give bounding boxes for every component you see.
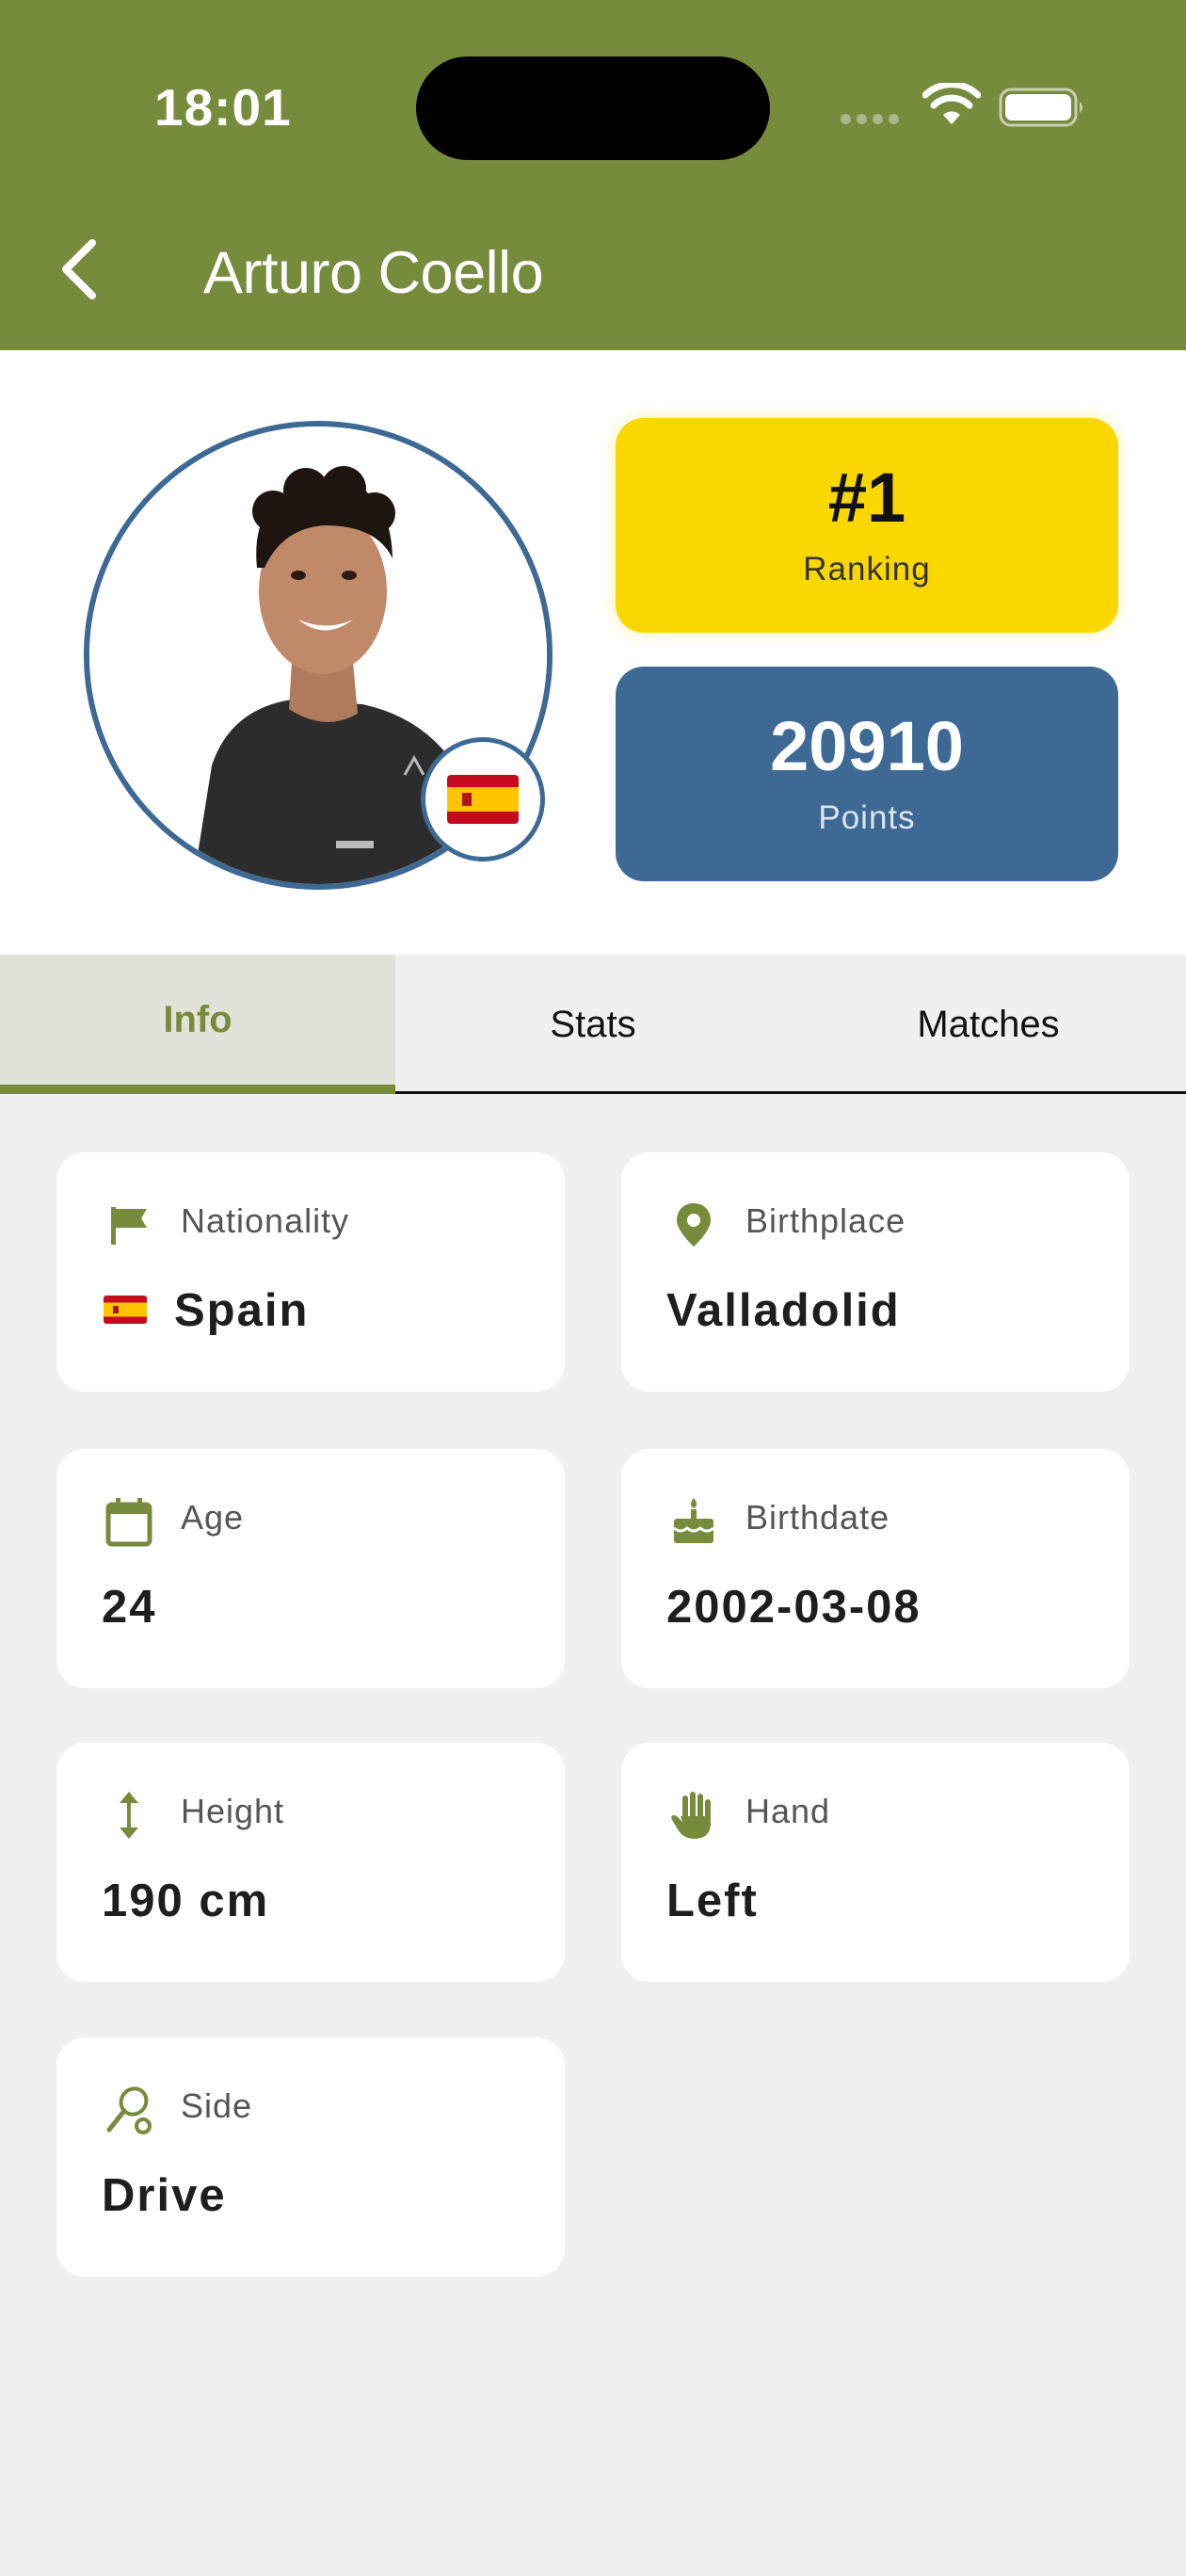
- racket-icon: [106, 2086, 152, 2134]
- height-value: 190 cm: [102, 1876, 270, 1926]
- birthplace-card: Birthplace Valladolid: [621, 1152, 1130, 1392]
- ranking-value: #1: [827, 459, 906, 537]
- ranking-label: Ranking: [803, 551, 931, 588]
- tab-bar: Info Stats Matches: [0, 955, 1186, 1094]
- side-value: Drive: [102, 2170, 227, 2221]
- birthplace-value: Valladolid: [666, 1285, 901, 1336]
- hand-icon: [671, 1792, 711, 1839]
- hand-value: Left: [666, 1876, 759, 1926]
- spain-flag-icon: [447, 775, 519, 824]
- birthdate-label: Birthdate: [745, 1498, 890, 1537]
- cellular-signal-icon: [841, 114, 899, 124]
- points-card: 20910 Points: [616, 667, 1118, 881]
- birthplace-label: Birthplace: [745, 1201, 906, 1240]
- birthdate-card: Birthdate 2002-03-08: [621, 1449, 1130, 1688]
- points-value: 20910: [770, 707, 964, 785]
- battery-icon: [999, 88, 1082, 127]
- side-card: Side Drive: [56, 2037, 565, 2277]
- nationality-value: Spain: [174, 1285, 310, 1336]
- cake-icon: [673, 1498, 714, 1543]
- tab-stats[interactable]: Stats: [395, 955, 791, 1094]
- calendar-icon: [105, 1498, 152, 1547]
- age-card: Age 24: [56, 1449, 565, 1688]
- nationality-label: Nationality: [181, 1201, 350, 1240]
- birthdate-value: 2002-03-08: [666, 1582, 922, 1633]
- spain-flag-icon: [104, 1296, 147, 1324]
- hand-card: Hand Left: [621, 1743, 1130, 1982]
- back-chevron-icon[interactable]: [56, 235, 104, 303]
- age-value: 24: [102, 1582, 157, 1633]
- flag-icon: [111, 1207, 147, 1245]
- vertical-arrows-icon: [120, 1792, 138, 1839]
- height-label: Height: [181, 1792, 285, 1830]
- nationality-flag-badge: [421, 737, 545, 861]
- tab-matches[interactable]: Matches: [791, 955, 1186, 1094]
- wifi-icon: [922, 83, 981, 124]
- status-time: 18:01: [154, 78, 292, 137]
- nationality-card: Nationality Spain: [56, 1152, 565, 1392]
- side-label: Side: [181, 2086, 253, 2125]
- height-card: Height 190 cm: [56, 1743, 565, 1982]
- tab-info[interactable]: Info: [0, 955, 395, 1094]
- dynamic-island: [416, 56, 770, 160]
- age-label: Age: [181, 1498, 245, 1537]
- hand-label: Hand: [745, 1792, 831, 1830]
- ranking-card: #1 Ranking: [616, 418, 1118, 633]
- points-label: Points: [818, 799, 916, 836]
- location-pin-icon: [677, 1203, 711, 1247]
- player-profile: #1 Ranking 20910 Points: [0, 350, 1186, 955]
- app-header: 18:01 Arturo Coello: [0, 0, 1186, 350]
- page-title: Arturo Coello: [203, 240, 544, 306]
